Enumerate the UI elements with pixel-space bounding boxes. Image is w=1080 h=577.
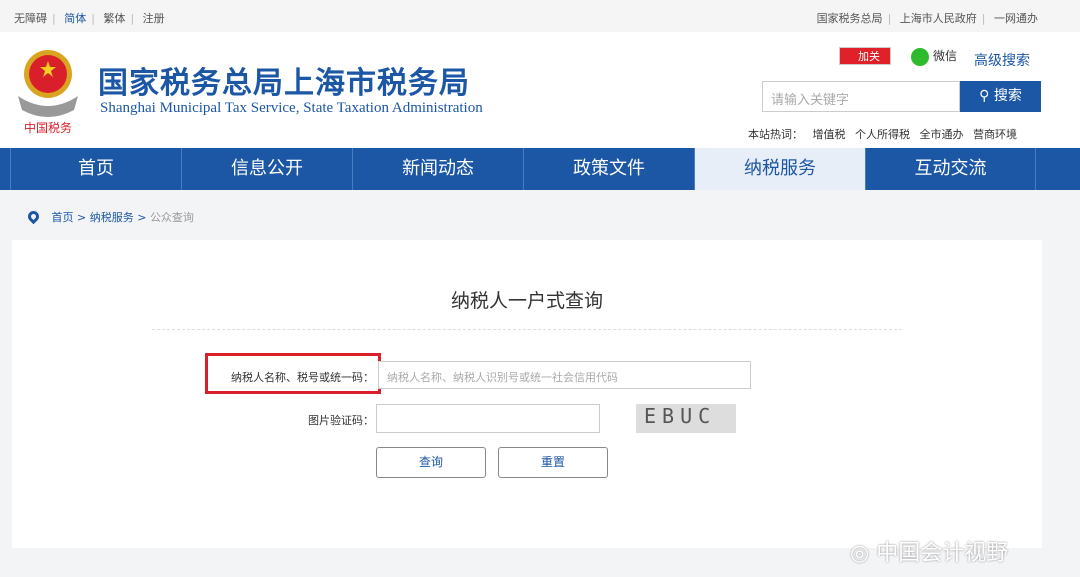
query-panel: 纳税人一户式查询 纳税人名称、税号或统一码： 纳税人名称、纳税人识别号或统一社会…: [12, 240, 1042, 548]
one-network-link[interactable]: 一网通办: [994, 12, 1038, 25]
nav-info-disclosure[interactable]: 信息公开: [181, 148, 352, 190]
captcha-input[interactable]: [376, 404, 600, 433]
nav-news[interactable]: 新闻动态: [352, 148, 523, 190]
search-button[interactable]: ⚲ 搜索: [960, 81, 1041, 112]
nav-policy[interactable]: 政策文件: [523, 148, 694, 190]
site-subtitle: Shanghai Municipal Tax Service, State Ta…: [100, 100, 483, 117]
traditional-link[interactable]: 繁体: [103, 12, 125, 25]
wechat-icon: [911, 48, 929, 66]
breadcrumb-current: 公众查询: [150, 211, 194, 224]
breadcrumb-tax-service[interactable]: 纳税服务: [90, 211, 134, 224]
shanghai-gov-link[interactable]: 上海市人民政府: [900, 12, 977, 25]
wechat-link[interactable]: 微信: [911, 47, 957, 66]
weibo-follow-button[interactable]: 加关注: [839, 47, 891, 65]
page-title: 纳税人一户式查询: [12, 286, 1042, 313]
taxpayer-input[interactable]: 纳税人名称、纳税人识别号或统一社会信用代码: [378, 361, 751, 389]
tax-emblem-logo[interactable]: 中国税务: [12, 44, 84, 136]
nav-home[interactable]: 首页: [10, 148, 181, 190]
weibo-icon: ◎: [850, 541, 876, 566]
wechat-label: 微信: [933, 49, 957, 63]
hot-word[interactable]: 全市通办: [920, 128, 964, 141]
hot-words: 本站热词： 增值税 个人所得税 全市通办 营商环境: [748, 126, 1023, 142]
hot-word[interactable]: 增值税: [813, 128, 846, 141]
simplified-link[interactable]: 简体: [64, 12, 86, 25]
search-input[interactable]: 请输入关键字: [762, 81, 960, 112]
sat-link[interactable]: 国家税务总局: [817, 12, 883, 25]
accessibility-link[interactable]: 无障碍: [14, 12, 47, 25]
hot-words-label: 本站热词：: [748, 128, 803, 141]
register-link[interactable]: 注册: [143, 12, 165, 25]
divider: [152, 329, 902, 330]
location-pin-icon: [26, 209, 42, 225]
advanced-search-link[interactable]: 高级搜索: [974, 50, 1030, 70]
watermark-text: 中国会计视野: [876, 541, 1008, 566]
search-button-label: 搜索: [994, 88, 1022, 104]
reset-button[interactable]: 重置: [498, 447, 608, 478]
main-nav: 首页 信息公开 新闻动态 政策文件 纳税服务 互动交流: [0, 148, 1080, 190]
captcha-label: 图片验证码：: [272, 412, 374, 428]
captcha-image[interactable]: EBUC: [636, 404, 736, 433]
nav-tax-service[interactable]: 纳税服务: [694, 148, 865, 190]
watermark: ◎ 中国会计视野: [850, 535, 1008, 567]
nav-interaction[interactable]: 互动交流: [865, 148, 1036, 190]
breadcrumb: 首页 > 纳税服务 > 公众查询: [28, 209, 194, 225]
top-bar: 无障碍| 简体| 繁体| 注册 国家税务总局| 上海市人民政府| 一网通办: [0, 0, 1080, 32]
site-title: 国家税务总局上海市税务局: [98, 58, 470, 102]
hot-word[interactable]: 个人所得税: [855, 128, 910, 141]
breadcrumb-home[interactable]: 首页: [52, 211, 74, 224]
header: 中国税务 国家税务总局上海市税务局 Shanghai Municipal Tax…: [0, 32, 1080, 148]
query-button[interactable]: 查询: [376, 447, 486, 478]
svg-text:中国税务: 中国税务: [24, 120, 72, 135]
taxpayer-label: 纳税人名称、税号或统一码：: [212, 369, 374, 385]
hot-word[interactable]: 营商环境: [973, 128, 1017, 141]
search-icon: ⚲: [979, 88, 994, 104]
